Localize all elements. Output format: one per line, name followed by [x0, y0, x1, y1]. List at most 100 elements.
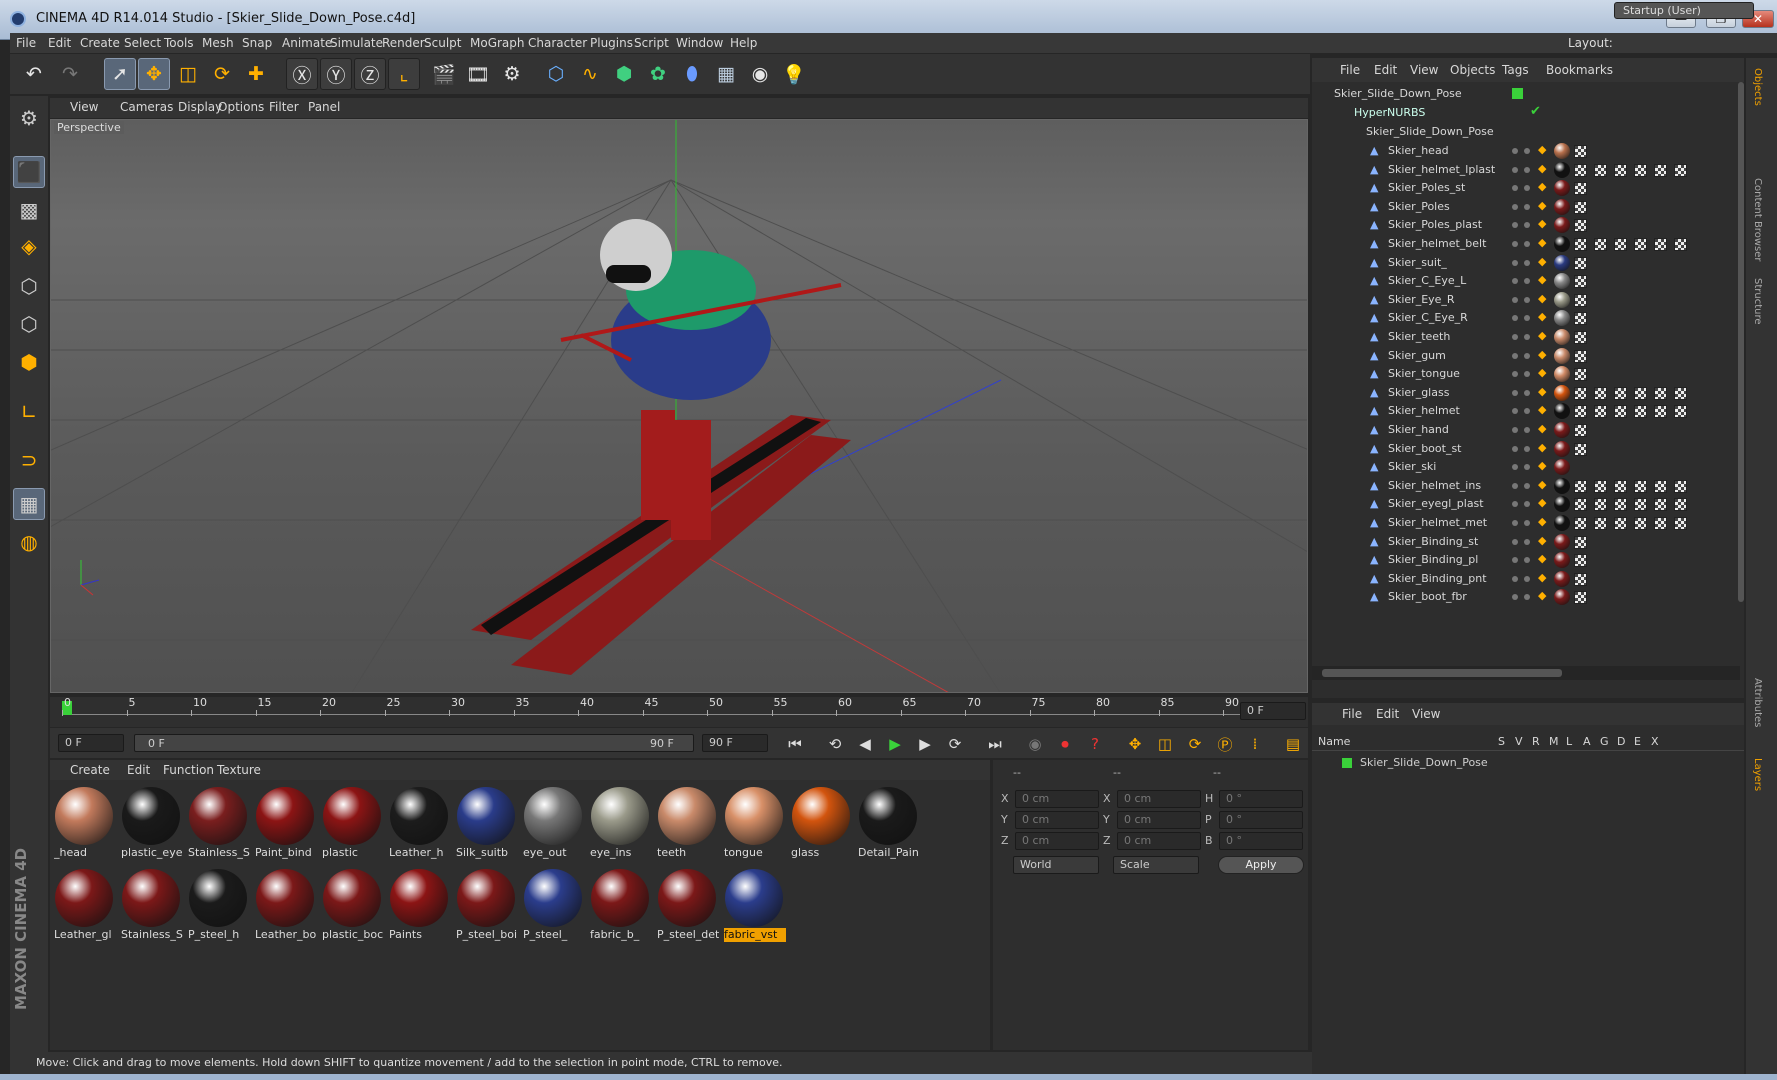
material-swatch[interactable]: P_steel_det: [655, 866, 719, 944]
texture-tag-icon[interactable]: [1594, 405, 1607, 419]
material-tag-icon[interactable]: [1554, 310, 1570, 327]
material-swatch[interactable]: teeth: [655, 784, 719, 862]
phong-tag-icon[interactable]: ◆: [1538, 515, 1546, 528]
material-tag-icon[interactable]: [1554, 291, 1570, 308]
texture-mode-icon[interactable]: ▩: [13, 194, 45, 226]
texture-tag-icon[interactable]: [1634, 386, 1647, 400]
texture-tag-icon[interactable]: [1574, 163, 1587, 177]
editor-visibility-dot[interactable]: [1512, 389, 1518, 396]
texture-tag-icon[interactable]: [1614, 517, 1627, 530]
phong-tag-icon[interactable]: ◆: [1538, 273, 1546, 286]
coord-field[interactable]: 0 cm: [1015, 811, 1099, 829]
texture-tag-icon[interactable]: [1674, 517, 1687, 530]
texture-tag-icon[interactable]: [1574, 535, 1587, 549]
editor-visibility-dot[interactable]: [1512, 538, 1518, 545]
coord-field[interactable]: 0 cm: [1117, 790, 1201, 808]
material-tag-icon[interactable]: [1554, 533, 1570, 550]
phong-tag-icon[interactable]: ◆: [1538, 236, 1546, 249]
layer-col-v[interactable]: V: [1515, 735, 1523, 748]
texture-tag-icon[interactable]: [1574, 405, 1587, 419]
texture-tag-icon[interactable]: [1574, 479, 1587, 493]
texture-tag-icon[interactable]: [1574, 145, 1587, 158]
layer-col-name[interactable]: Name: [1318, 735, 1350, 748]
object-row[interactable]: ▲ Skier_C_Eye_R ◆: [1312, 308, 1740, 328]
editor-visibility-dot[interactable]: [1512, 557, 1518, 564]
object-row[interactable]: ▲ Skier_suit_ ◆: [1312, 253, 1740, 273]
material-tag-icon[interactable]: [1554, 329, 1570, 345]
texture-tag-icon[interactable]: [1674, 163, 1687, 177]
menu-window[interactable]: Window: [676, 36, 723, 50]
viewport-menu-view[interactable]: View: [70, 100, 98, 114]
side-tab-content-browser[interactable]: Content Browser: [1752, 178, 1763, 261]
workplane-icon[interactable]: ◈: [13, 230, 45, 262]
texture-tag-icon[interactable]: [1574, 293, 1587, 307]
rotate-key-icon[interactable]: ⟳: [1182, 733, 1208, 755]
camera-icon[interactable]: ◉: [744, 58, 776, 90]
menu-create[interactable]: Create: [80, 36, 120, 50]
texture-tag-icon[interactable]: [1654, 479, 1667, 493]
layer-col-d[interactable]: D: [1617, 735, 1625, 748]
object-row-group[interactable]: Skier_Slide_Down_Pose: [1312, 122, 1740, 142]
coord-field[interactable]: 0 cm: [1117, 832, 1201, 850]
layer-menu-view[interactable]: View: [1412, 707, 1440, 721]
phong-tag-icon[interactable]: ◆: [1538, 571, 1546, 584]
texture-tag-icon[interactable]: [1654, 405, 1667, 419]
object-menu-objects[interactable]: Objects: [1450, 63, 1495, 77]
object-menu-edit[interactable]: Edit: [1374, 63, 1397, 77]
texture-tag-icon[interactable]: [1594, 479, 1607, 493]
material-tag-icon[interactable]: [1554, 589, 1570, 606]
texture-tag-icon[interactable]: [1654, 498, 1667, 512]
rotate-tool-icon[interactable]: ⟳: [206, 58, 238, 90]
layer-menu-file[interactable]: File: [1342, 707, 1362, 721]
move-tool-icon[interactable]: ✥: [138, 58, 170, 90]
editor-visibility-dot[interactable]: [1512, 352, 1518, 359]
goto-start-icon[interactable]: ⏮: [782, 733, 808, 755]
redo-icon[interactable]: ↷: [54, 58, 86, 90]
deformer-icon[interactable]: ⬮: [676, 58, 708, 90]
editor-visibility-dot[interactable]: [1512, 296, 1518, 303]
phong-tag-icon[interactable]: ◆: [1538, 496, 1546, 509]
texture-tag-icon[interactable]: [1594, 163, 1607, 177]
viewport-perspective[interactable]: Perspective: [50, 119, 1308, 693]
texture-tag-icon[interactable]: [1574, 200, 1587, 214]
object-row[interactable]: ▲ Skier_Poles ◆: [1312, 197, 1740, 217]
editor-visibility-dot[interactable]: [1512, 148, 1518, 154]
material-swatch[interactable]: P_steel_h: [186, 866, 250, 944]
object-row[interactable]: ▲ Skier_Poles_st ◆: [1312, 178, 1740, 198]
phong-tag-icon[interactable]: ◆: [1538, 199, 1546, 212]
editor-visibility-dot[interactable]: [1512, 520, 1518, 526]
editor-visibility-dot[interactable]: [1512, 334, 1518, 340]
cube-object-icon[interactable]: ⬡: [540, 58, 572, 90]
editor-visibility-dot[interactable]: [1512, 166, 1518, 173]
menu-animate[interactable]: Animate: [282, 36, 332, 50]
texture-tag-icon[interactable]: [1654, 517, 1667, 530]
layer-col-x[interactable]: X: [1651, 735, 1659, 748]
object-row[interactable]: ▲ Skier_ski ◆: [1312, 457, 1740, 477]
coordinate-system-icon[interactable]: ⌞: [388, 58, 420, 90]
texture-tag-icon[interactable]: [1614, 498, 1627, 512]
menu-character[interactable]: Character: [528, 36, 587, 50]
texture-tag-icon[interactable]: [1674, 479, 1687, 493]
texture-tag-icon[interactable]: [1674, 238, 1687, 251]
material-tag-icon[interactable]: [1554, 347, 1570, 364]
object-row[interactable]: ▲ Skier_C_Eye_L ◆: [1312, 271, 1740, 291]
texture-tag-icon[interactable]: [1614, 238, 1627, 251]
phong-tag-icon[interactable]: ◆: [1538, 459, 1546, 472]
menu-plugins[interactable]: Plugins: [590, 36, 633, 50]
points-mode-icon[interactable]: ⬡: [13, 270, 45, 302]
editor-visibility-dot[interactable]: [1512, 575, 1518, 582]
texture-tag-icon[interactable]: [1634, 163, 1647, 177]
material-swatch[interactable]: P_steel_: [521, 866, 585, 944]
texture-tag-icon[interactable]: [1574, 238, 1587, 251]
object-row[interactable]: ▲ Skier_Binding_pnt ◆: [1312, 569, 1740, 589]
texture-tag-icon[interactable]: [1574, 182, 1587, 196]
render-visibility-dot[interactable]: [1524, 334, 1530, 340]
material-swatch[interactable]: _head: [52, 784, 116, 862]
phong-tag-icon[interactable]: ◆: [1538, 162, 1546, 175]
material-tag-icon[interactable]: [1554, 198, 1570, 215]
material-tag-icon[interactable]: [1554, 552, 1570, 569]
coord-field[interactable]: 0 cm: [1015, 790, 1099, 808]
coord-field[interactable]: 0 °: [1219, 811, 1303, 829]
render-settings-icon[interactable]: ⚙: [496, 58, 528, 90]
layer-col-e[interactable]: E: [1634, 735, 1641, 748]
